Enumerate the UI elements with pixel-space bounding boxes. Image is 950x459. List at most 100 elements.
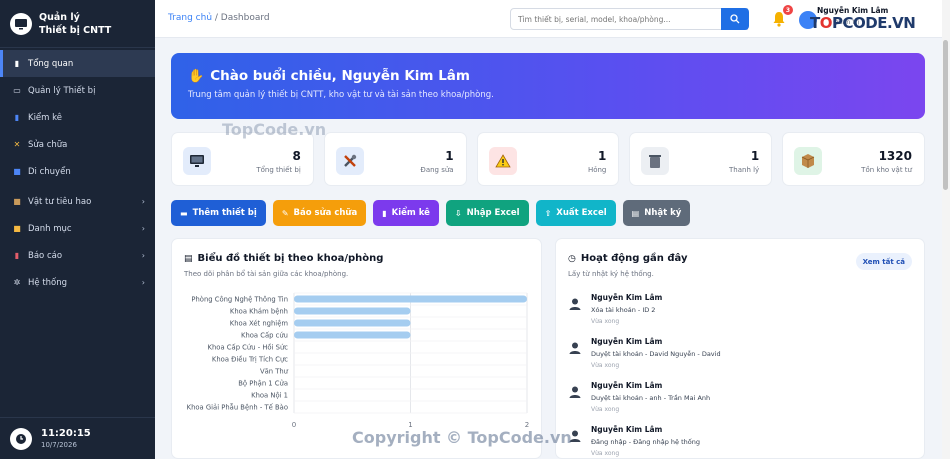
import-icon: ⇩ bbox=[454, 208, 462, 218]
pencil-icon: ✎ bbox=[281, 208, 289, 218]
warning-icon bbox=[488, 147, 517, 175]
phone-icon: ▮ bbox=[382, 208, 387, 218]
welcome-banner: ✋ Chào buổi chiều, Nguyễn Kim Lâm Trung t… bbox=[171, 53, 925, 119]
activity-description: Đăng nhập - Đăng nhập hệ thống bbox=[591, 438, 700, 446]
activity-time: Vừa xong bbox=[591, 318, 620, 325]
quick-actions: ▬ Thêm thiết bị ✎ Báo sửa chữa ▮ Kiểm kê ⇩ N… bbox=[171, 200, 691, 226]
sidebar-item-kiem-ke[interactable]: ▮ Kiểm kê bbox=[0, 104, 155, 131]
clock-time: 11:20:15 bbox=[41, 428, 91, 439]
sidebar-item-sua-chua[interactable]: ✕ Sửa chữa bbox=[0, 131, 155, 158]
chevron-right-icon: › bbox=[141, 197, 145, 206]
sidebar-item-di-chuyen[interactable]: ■ Di chuyển bbox=[0, 158, 155, 185]
inventory-check-button[interactable]: ▮ Kiểm kê bbox=[373, 200, 439, 226]
activity-user: Nguyễn Kim Lâm bbox=[591, 381, 663, 390]
y-tick-label: Khoa Giải Phẫu Bệnh - Tế Bào bbox=[187, 403, 288, 412]
list-item[interactable]: Nguyễn Kim Lâm Duyệt tài khoản - anh - T… bbox=[566, 379, 916, 423]
list-item[interactable]: Nguyễn Kim Lâm Đăng nhập - Đăng nhập hệ … bbox=[566, 423, 916, 459]
chart-icon: ▮ bbox=[14, 59, 20, 68]
chart-panel-title: ▤ Biểu đồ thiết bị theo khoa/phòng bbox=[184, 253, 383, 264]
top-header: Trang chủ / Dashboard 3 Nguyễn Kim Lâm Q… bbox=[155, 0, 950, 38]
button-label: Thêm thiết bị bbox=[192, 208, 257, 218]
list-item[interactable]: Nguyễn Kim Lâm Xóa tài khoản - ID 2 Vừa … bbox=[566, 291, 916, 335]
stat-card-repairing[interactable]: 1 Đang sửa bbox=[323, 132, 467, 186]
stat-label: Hỏng bbox=[587, 166, 607, 174]
activity-title-text: Hoạt động gần đây bbox=[580, 253, 688, 264]
export-excel-button[interactable]: ⇧ Xuất Excel bbox=[535, 200, 616, 226]
report-repair-button[interactable]: ✎ Báo sửa chữa bbox=[272, 200, 367, 226]
stat-card-broken[interactable]: 1 Hỏng bbox=[476, 132, 620, 186]
button-label: Nhật ký bbox=[644, 208, 682, 218]
button-label: Nhập Excel bbox=[466, 208, 520, 218]
see-all-button[interactable]: Xem tất cả bbox=[855, 253, 912, 270]
log-button[interactable]: ▤ Nhật ký bbox=[622, 200, 691, 226]
search-input[interactable] bbox=[510, 8, 748, 30]
monitor-icon: ▬ bbox=[180, 208, 188, 218]
y-tick-label: Phòng Công Nghệ Thông Tin bbox=[191, 296, 288, 304]
activity-time: Vừa xong bbox=[591, 450, 620, 457]
sidebar-item-label: Báo cáo bbox=[28, 250, 63, 261]
search-button[interactable] bbox=[721, 8, 749, 30]
box-icon bbox=[794, 147, 823, 175]
chart-icon: ▤ bbox=[184, 253, 193, 264]
sidebar-item-label: Danh mục bbox=[28, 223, 72, 234]
y-tick-label: Khoa Cấp cứu bbox=[241, 332, 288, 340]
search-icon bbox=[730, 14, 740, 24]
brand[interactable]: Quản lý Thiết bị CNTT bbox=[0, 0, 155, 48]
welcome-subtitle: Trung tâm quản lý thiết bị CNTT, kho vật… bbox=[188, 90, 494, 100]
sidebar-item-label: Sửa chữa bbox=[28, 139, 68, 150]
sidebar-item-quan-ly-thiet-bi[interactable]: ▭ Quản lý Thiết bị bbox=[0, 77, 155, 104]
breadcrumb-home-link[interactable]: Trang chủ bbox=[168, 13, 212, 23]
logo-text-right: PCODE.VN bbox=[832, 14, 916, 32]
user-icon bbox=[569, 342, 581, 354]
list-item[interactable]: Nguyễn Kim Lâm Duyệt tài khoản - David N… bbox=[566, 335, 916, 379]
waving-hand-icon: ✋ bbox=[188, 68, 205, 84]
brand-line-1: Quản lý bbox=[39, 11, 80, 23]
chevron-right-icon: › bbox=[141, 251, 145, 260]
monitor-icon bbox=[183, 147, 211, 175]
brand-line-2: Thiết bị CNTT bbox=[39, 24, 112, 36]
stats-row: 8 Tổng thiết bị 1 Đang sửa 1 Hỏng 1 Than… bbox=[171, 132, 925, 186]
scrollbar-thumb[interactable] bbox=[943, 40, 948, 190]
sidebar-item-label: Vật tư tiêu hao bbox=[28, 196, 92, 207]
y-tick-label: Khoa Xét nghiệm bbox=[230, 320, 289, 328]
recent-activity-panel: ◷ Hoạt động gần đây Lấy từ nhật ký hệ thố… bbox=[555, 238, 925, 459]
clock-icon: ◷ bbox=[568, 253, 576, 264]
stat-value: 8 bbox=[292, 149, 301, 163]
stat-card-disposed[interactable]: 1 Thanh lý bbox=[629, 132, 773, 186]
sidebar-item-label: Hệ thống bbox=[28, 277, 68, 288]
welcome-title: ✋ Chào buổi chiều, Nguyễn Kim Lâm bbox=[188, 68, 908, 84]
y-tick-label: Khoa Điều Trị Tích Cực bbox=[212, 356, 288, 364]
user-icon bbox=[569, 386, 581, 398]
button-label: Xuất Excel bbox=[556, 208, 607, 218]
stat-label: Tổng thiết bị bbox=[256, 166, 301, 174]
stat-value: 1 bbox=[598, 149, 607, 163]
button-label: Báo sửa chữa bbox=[293, 208, 358, 218]
stat-value: 1 bbox=[750, 149, 760, 163]
watermark-text: TopCode.vn bbox=[222, 120, 327, 139]
y-tick-label: Khoa Cấp Cứu - Hồi Sức bbox=[208, 344, 289, 352]
tools-icon bbox=[335, 147, 364, 175]
sidebar-item-bao-cao[interactable]: ▮ Báo cáo › bbox=[0, 242, 155, 269]
stat-card-inventory[interactable]: 1320 Tồn kho vật tư bbox=[782, 132, 925, 186]
x-tick-label: 0 bbox=[292, 421, 296, 429]
stat-card-total-devices[interactable]: 8 Tổng thiết bị bbox=[171, 132, 314, 186]
sidebar-item-label: Quản lý Thiết bị bbox=[28, 85, 96, 96]
clock-icon bbox=[10, 427, 32, 450]
sidebar-item-tong-quan[interactable]: ▮ Tổng quan bbox=[0, 50, 155, 77]
activity-description: Duyệt tài khoản - anh - Trần Mai Anh bbox=[591, 394, 711, 402]
activity-description: Xóa tài khoản - ID 2 bbox=[591, 306, 656, 314]
activity-user: Nguyễn Kim Lâm bbox=[591, 337, 663, 346]
stat-label: Đang sửa bbox=[420, 166, 454, 174]
add-device-button[interactable]: ▬ Thêm thiết bị bbox=[171, 200, 266, 226]
y-tick-label: Khoa Nội 1 bbox=[251, 392, 288, 400]
log-icon: ▤ bbox=[631, 208, 640, 218]
clock-date: 10/7/2026 bbox=[41, 441, 77, 449]
import-excel-button[interactable]: ⇩ Nhập Excel bbox=[445, 200, 529, 226]
activity-description: Duyệt tài khoản - David Nguyễn - David bbox=[591, 350, 721, 358]
breadcrumb: Trang chủ / Dashboard bbox=[168, 13, 270, 23]
sidebar-item-vat-tu-tieu-hao[interactable]: ■ Vật tư tiêu hao › bbox=[0, 188, 155, 215]
sidebar-item-he-thong[interactable]: ✲ Hệ thống › bbox=[0, 269, 155, 296]
box-icon: ■ bbox=[13, 197, 21, 206]
sidebar-item-danh-muc[interactable]: ■ Danh mục › bbox=[0, 215, 155, 242]
page-scrollbar[interactable] bbox=[942, 0, 950, 459]
